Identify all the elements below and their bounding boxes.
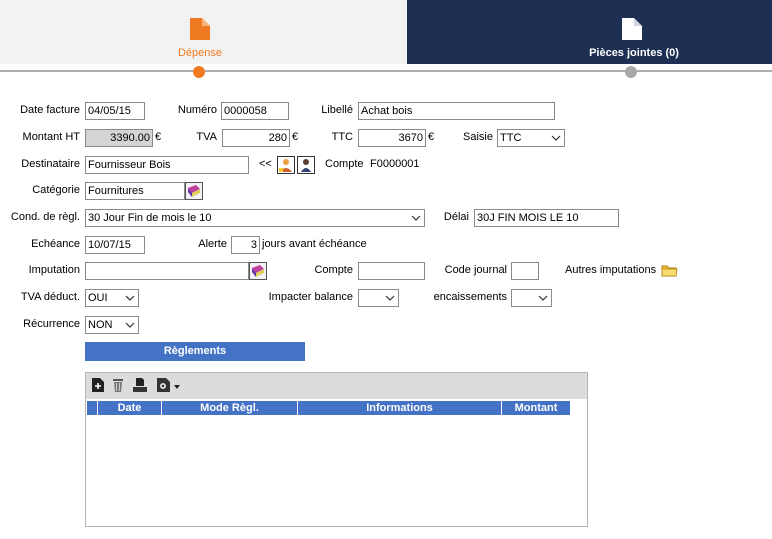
echeance-input[interactable]: 10/07/15: [85, 236, 145, 254]
recurrence-label: Récurrence: [23, 318, 80, 330]
encaissements-label: encaissements: [433, 291, 507, 303]
chevron-down-icon: [551, 135, 561, 141]
recurrence-select[interactable]: NON: [85, 316, 139, 334]
code-journal-input[interactable]: [511, 262, 539, 280]
step-label-pieces-jointes[interactable]: Pièces jointes (0): [560, 47, 708, 59]
libelle-input[interactable]: Achat bois: [358, 102, 555, 120]
saisie-value: TTC: [500, 132, 522, 144]
tva-label: TVA: [196, 131, 217, 143]
document-icon-depense[interactable]: [189, 17, 211, 41]
autres-imputations-label[interactable]: Autres imputations: [565, 264, 656, 276]
tva-unit: €: [292, 131, 299, 143]
reglements-panel: Date Mode Règl. Informations Montant: [85, 372, 588, 527]
chevron-down-icon: [125, 322, 135, 328]
table-col-selector[interactable]: [87, 401, 97, 415]
destinataire-input[interactable]: Fournisseur Bois: [85, 156, 249, 174]
cond-regl-label: Cond. de règl.: [10, 211, 80, 223]
date-facture-label: Date facture: [20, 104, 80, 116]
delai-input[interactable]: 30J FIN MOIS LE 10: [474, 209, 619, 227]
tva-deduct-value: OUI: [88, 292, 108, 304]
compte-input[interactable]: [358, 262, 425, 280]
code-journal-label: Code journal: [444, 264, 507, 276]
caret-down-icon[interactable]: [174, 385, 180, 389]
stamp-icon[interactable]: [132, 377, 148, 393]
tva-input[interactable]: 280: [222, 129, 290, 147]
chevron-down-icon: [538, 295, 548, 301]
libelle-label: Libellé: [321, 104, 353, 116]
reglements-table-header: Date Mode Règl. Informations Montant: [87, 401, 570, 415]
montant-ht-input[interactable]: 3390.00: [85, 129, 153, 147]
col-header-mode-regl[interactable]: Mode Règl.: [161, 401, 297, 415]
destinataire-label: Destinataire: [21, 158, 80, 170]
impacter-balance-select[interactable]: [358, 289, 399, 307]
alerte-suffix: jours avant échéance: [262, 238, 367, 250]
step-label-depense[interactable]: Dépense: [150, 47, 250, 59]
montant-ht-unit: €: [155, 131, 162, 143]
settings-icon[interactable]: [156, 377, 172, 393]
reglements-header[interactable]: Règlements: [85, 342, 305, 361]
compte-dest-value: F0000001: [370, 158, 420, 170]
saisie-label: Saisie: [463, 131, 493, 143]
alerte-input[interactable]: 3: [231, 236, 260, 254]
ttc-unit: €: [428, 131, 435, 143]
progress-track: [0, 70, 772, 72]
chevron-down-icon: [385, 295, 395, 301]
step-dot-pieces-jointes[interactable]: [625, 66, 637, 78]
impacter-balance-label: Impacter balance: [268, 291, 353, 303]
person-add-icon[interactable]: [297, 156, 315, 174]
step-dot-depense[interactable]: [193, 66, 205, 78]
categorie-input[interactable]: Fournitures: [85, 182, 185, 200]
numero-input[interactable]: 0000058: [221, 102, 289, 120]
add-icon[interactable]: [90, 377, 106, 393]
categorie-label: Catégorie: [32, 184, 80, 196]
chevron-down-icon: [125, 295, 135, 301]
encaissements-select[interactable]: [511, 289, 552, 307]
book-icon-categorie[interactable]: [185, 182, 203, 200]
compte-dest-label: Compte: [325, 158, 364, 170]
chevron-down-icon: [411, 215, 421, 221]
reglements-toolbar: [86, 373, 587, 399]
imputation-input[interactable]: [85, 262, 249, 280]
ttc-label: TTC: [331, 131, 353, 143]
trash-icon[interactable]: [110, 377, 126, 393]
echeance-label: Echéance: [31, 238, 80, 250]
book-icon-imputation[interactable]: [249, 262, 267, 280]
cond-regl-select[interactable]: 30 Jour Fin de mois le 10: [85, 209, 425, 227]
saisie-select[interactable]: TTC: [497, 129, 565, 147]
tva-deduct-label: TVA déduct.: [20, 291, 80, 303]
montant-ht-label: Montant HT: [22, 131, 80, 143]
date-facture-input[interactable]: 04/05/15: [85, 102, 145, 120]
document-icon-pieces-jointes[interactable]: [621, 17, 643, 41]
ttc-input[interactable]: 3670: [358, 129, 426, 147]
col-header-informations[interactable]: Informations: [297, 401, 501, 415]
imputation-label: Imputation: [28, 264, 80, 276]
delai-label: Délai: [443, 211, 469, 223]
destinataire-arrows[interactable]: <<: [259, 158, 272, 170]
folder-icon[interactable]: [661, 264, 678, 277]
tva-deduct-select[interactable]: OUI: [85, 289, 139, 307]
col-header-date[interactable]: Date: [97, 401, 161, 415]
cond-regl-value: 30 Jour Fin de mois le 10: [88, 212, 212, 224]
compte-label: Compte: [314, 264, 353, 276]
alerte-label: Alerte: [198, 238, 227, 250]
col-header-montant[interactable]: Montant: [501, 401, 570, 415]
recurrence-value: NON: [88, 319, 113, 331]
numero-label: Numéro: [177, 104, 217, 116]
person-select-icon[interactable]: [277, 156, 295, 174]
